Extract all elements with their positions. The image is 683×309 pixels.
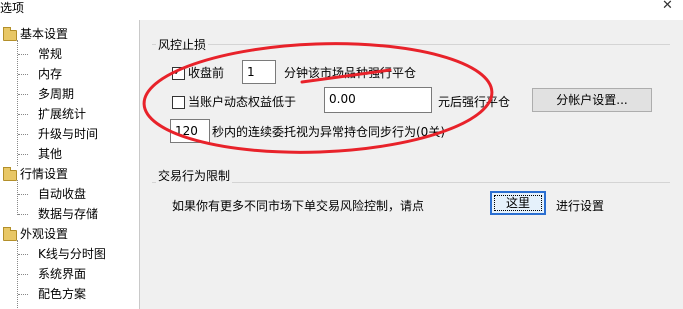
tree-item-general[interactable]: 常规 xyxy=(38,44,62,64)
equity-below-checkbox[interactable] xyxy=(172,96,185,109)
title-bar: 选项 ✕ xyxy=(0,0,683,16)
sync-suffix: 秒内的连续委托视为异常持仓同步行为(0关) xyxy=(212,125,445,139)
close-before-label: 收盘前 xyxy=(188,66,225,80)
tree-group-label: 行情设置 xyxy=(20,167,69,181)
check-icon: ✓ xyxy=(173,64,184,78)
tree-group-basic[interactable]: 基本设置 xyxy=(0,24,68,44)
tree-item-system-ui[interactable]: 系统界面 xyxy=(38,264,86,284)
folder-icon xyxy=(3,167,17,181)
here-button[interactable]: 这里 xyxy=(490,191,546,215)
close-minutes-input[interactable]: 1 xyxy=(242,60,276,84)
tree-connector xyxy=(17,180,18,215)
settings-tree: 基本设置 常规 内存 多周期 扩展统计 升级与时间 其他 行情设置 自动收盘 数… xyxy=(0,20,140,309)
tree-item-memory[interactable]: 内存 xyxy=(38,64,62,84)
folder-icon xyxy=(3,227,17,241)
close-before-suffix: 分钟该市场品种强行平仓 xyxy=(284,66,417,80)
group-title-trade-limit: 交易行为限制 xyxy=(156,167,233,184)
tree-item-upgrade-time[interactable]: 升级与时间 xyxy=(38,124,98,144)
tree-item-kline-chart[interactable]: K线与分时图 xyxy=(38,244,106,264)
trade-limit-after: 进行设置 xyxy=(556,199,605,213)
tree-group-market[interactable]: 行情设置 xyxy=(0,164,68,184)
close-icon[interactable]: ✕ xyxy=(662,0,673,13)
tree-item-multi-period[interactable]: 多周期 xyxy=(38,84,74,104)
folder-icon xyxy=(3,27,17,41)
trade-limit-text: 如果你有更多不同市场下单交易风险控制，请点 xyxy=(172,199,425,213)
equity-threshold-input[interactable]: 0.00 xyxy=(324,87,432,113)
settings-panel: 风控止损 ✓ 收盘前 1 分钟该市场品种强行平仓 当账户动态权益低于 0.00 … xyxy=(140,20,683,309)
tree-group-appearance[interactable]: 外观设置 xyxy=(0,224,68,244)
tree-item-color-scheme[interactable]: 配色方案 xyxy=(38,284,86,304)
tree-item-auto-close[interactable]: 自动收盘 xyxy=(38,184,86,204)
window-title: 选项 xyxy=(0,1,25,15)
tree-group-label: 外观设置 xyxy=(20,227,69,241)
equity-below-label: 当账户动态权益低于 xyxy=(188,95,297,109)
tree-item-data-storage[interactable]: 数据与存储 xyxy=(38,204,98,224)
tree-connector xyxy=(17,40,18,166)
account-settings-button[interactable]: 分帐户设置... xyxy=(532,88,652,112)
tree-item-extended-stats[interactable]: 扩展统计 xyxy=(38,104,86,124)
group-title-risk: 风控止损 xyxy=(156,36,209,53)
group-divider xyxy=(152,44,670,45)
equity-below-suffix: 元后强行平仓 xyxy=(438,95,511,109)
tree-group-label: 基本设置 xyxy=(20,27,69,41)
here-button-label: 这里 xyxy=(505,196,530,210)
close-before-checkbox[interactable]: ✓ xyxy=(172,64,185,80)
tree-item-other[interactable]: 其他 xyxy=(38,144,62,164)
sync-seconds-input[interactable]: 120 xyxy=(170,119,210,143)
